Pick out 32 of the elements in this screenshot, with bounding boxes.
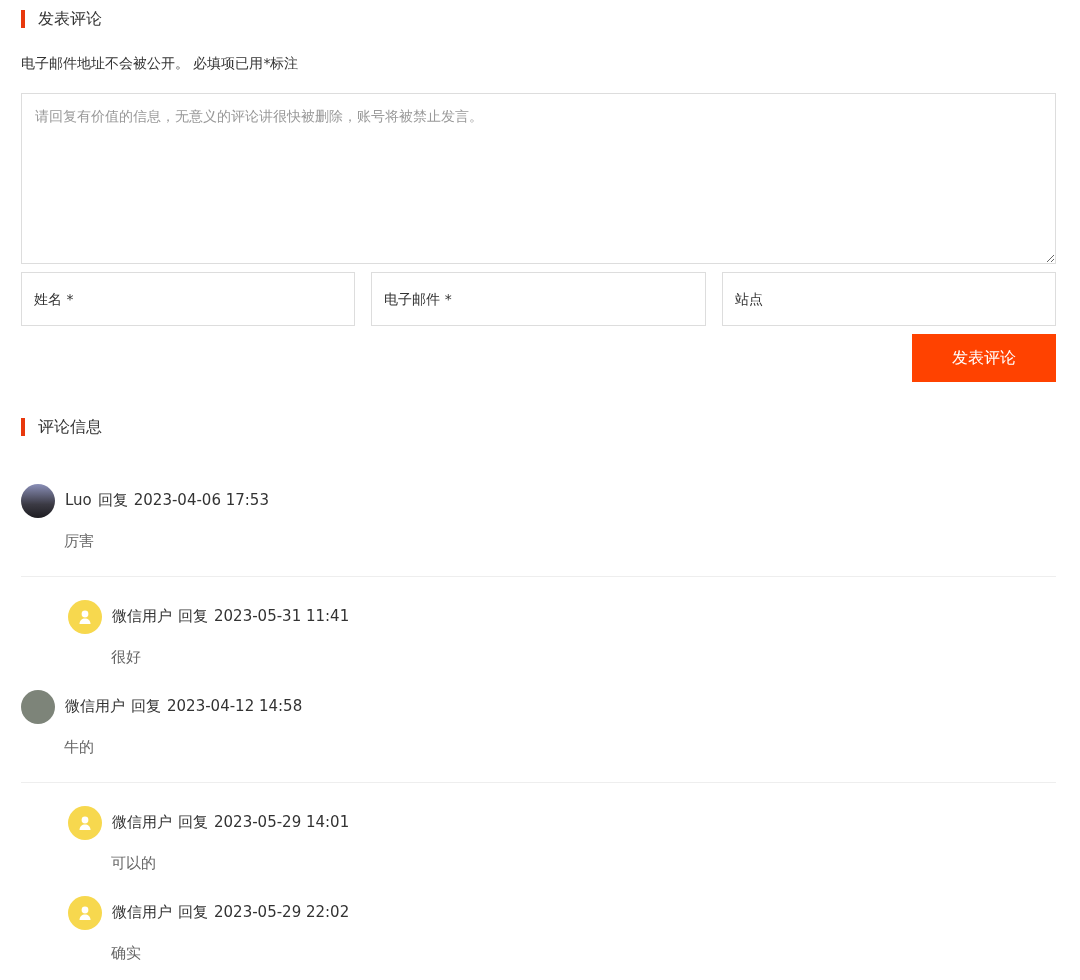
comment-text: 确实 bbox=[111, 942, 142, 964]
author-name: Luo bbox=[65, 490, 92, 512]
reply-link[interactable]: 回复 bbox=[178, 605, 208, 628]
author-name: 微信用户 bbox=[112, 902, 172, 924]
comment-date: 2023-05-29 22:02 bbox=[214, 902, 350, 924]
comment-date: 2023-05-29 14:01 bbox=[214, 812, 350, 834]
comment-text: 牛的 bbox=[64, 736, 95, 758]
avatar-photo bbox=[21, 483, 55, 518]
comment-text: 很好 bbox=[111, 646, 142, 668]
comment-date: 2023-05-31 11:41 bbox=[214, 606, 350, 628]
avatar-photo bbox=[21, 689, 55, 724]
input-field[interactable]: 站点 bbox=[721, 271, 1056, 326]
avatar-icon bbox=[68, 895, 102, 930]
comment-text: 厉害 bbox=[64, 530, 95, 552]
input-field[interactable]: 电子邮件 * bbox=[371, 271, 706, 326]
avatar-icon bbox=[68, 805, 102, 840]
form-notice: 电子邮件地址不会被公开。 必填项已用*标注 bbox=[21, 53, 300, 73]
input-field[interactable]: 姓名 * bbox=[21, 271, 356, 326]
reply-link[interactable]: 回复 bbox=[178, 901, 208, 924]
author-name: 微信用户 bbox=[112, 812, 172, 834]
section-title: 评论信息 bbox=[21, 417, 102, 436]
comment-date: 2023-04-12 14:58 bbox=[167, 696, 303, 718]
comment-date: 2023-04-06 17:53 bbox=[133, 490, 269, 512]
reply-link[interactable]: 回复 bbox=[178, 811, 208, 834]
author-name: 微信用户 bbox=[112, 606, 172, 628]
author-name: 微信用户 bbox=[65, 696, 125, 718]
reply-link[interactable]: 回复 bbox=[97, 489, 128, 512]
comment-text: 可以的 bbox=[111, 852, 157, 874]
avatar-icon bbox=[68, 599, 102, 634]
comment-textarea[interactable]: 请回复有价值的信息，无意义的评论讲很快被删除，账号将被禁止发言。 bbox=[21, 92, 1056, 264]
section-title: 发表评论 bbox=[21, 10, 102, 28]
reply-link[interactable]: 回复 bbox=[131, 695, 161, 718]
